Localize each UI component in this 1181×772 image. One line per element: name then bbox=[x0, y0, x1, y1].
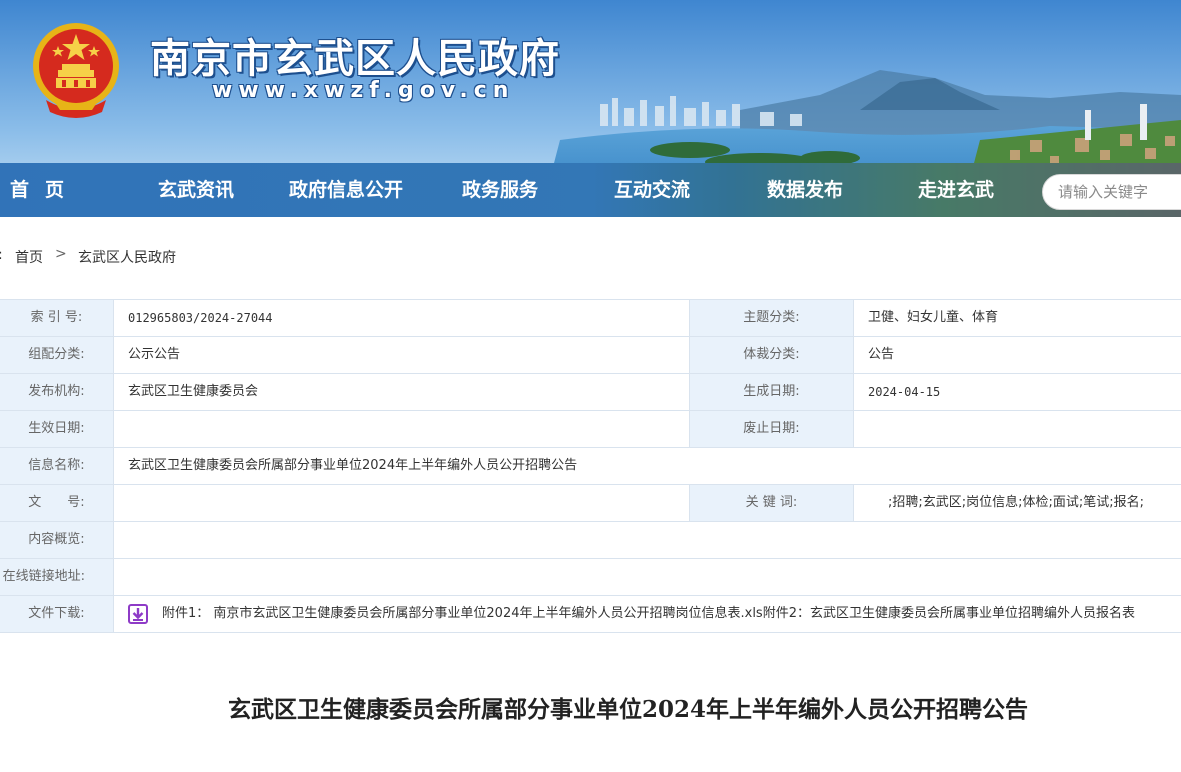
table-row: 内容概览: bbox=[0, 522, 1181, 559]
genre-value: 公告 bbox=[868, 347, 895, 362]
nav-home[interactable]: 首页 bbox=[10, 163, 80, 217]
nav-xuanwu-news[interactable]: 玄武资讯 bbox=[158, 163, 234, 217]
summary-value bbox=[114, 522, 1181, 558]
breadcrumb-separator: > bbox=[55, 246, 67, 262]
online-link-label-text: 在线链接地址: bbox=[2, 569, 85, 584]
table-row: 组配分类: 公示公告 体裁分类: 公告 bbox=[0, 337, 1181, 374]
category-value: 公示公告 bbox=[114, 337, 690, 373]
info-table: 索 引 号: 012965803/2024-27044 主题分类: 卫健、妇女儿… bbox=[0, 299, 1181, 633]
created-date-label: 生成日期: bbox=[690, 374, 854, 410]
category-label: 组配分类: bbox=[0, 337, 114, 373]
effective-date-label: 生效日期: bbox=[0, 411, 114, 447]
publisher-value: 玄武区卫生健康委员会 bbox=[114, 374, 690, 410]
table-row: 文 号: 关 键 词: ;招聘;玄武区;岗位信息;体检;面试;笔试;报名; bbox=[0, 485, 1181, 522]
breadcrumb-home-link[interactable]: 首页 bbox=[15, 247, 43, 267]
publisher-label: 发布机构: bbox=[0, 374, 114, 410]
doc-no-label: 文 号: bbox=[0, 485, 114, 521]
table-row: 信息名称: 玄武区卫生健康委员会所属部分事业单位2024年上半年编外人员公开招聘… bbox=[0, 448, 1181, 485]
genre-label: 体裁分类: bbox=[690, 337, 854, 373]
index-no-value: 012965803/2024-27044 bbox=[114, 300, 690, 336]
breadcrumb-current-link[interactable]: 玄武区人民政府 bbox=[78, 247, 176, 267]
download-label: 文件下载: bbox=[0, 596, 114, 632]
effective-date-value bbox=[114, 411, 690, 447]
table-row: 生效日期: 废止日期: bbox=[0, 411, 1181, 448]
doc-no-value bbox=[114, 485, 690, 521]
site-title: 南京市玄武区人民政府 bbox=[150, 36, 560, 82]
article-title: 玄武区卫生健康委员会所属部分事业单位2024年上半年编外人员公开招聘公告 bbox=[227, 696, 1028, 723]
topic-value: 卫健、妇女儿童、体育 bbox=[868, 310, 999, 325]
created-date-value: 2024-04-15 bbox=[868, 385, 941, 399]
search-input[interactable] bbox=[1058, 180, 1181, 204]
topic-label: 主题分类: bbox=[690, 300, 854, 336]
breadcrumb-prefix: : bbox=[0, 247, 3, 263]
site-url: www.xwzf.gov.cn bbox=[212, 78, 515, 103]
table-row: 索 引 号: 012965803/2024-27044 主题分类: 卫健、妇女儿… bbox=[0, 300, 1181, 337]
info-name-value: 玄武区卫生健康委员会所属部分事业单位2024年上半年编外人员公开招聘公告 bbox=[128, 458, 578, 473]
table-row: 文件下载: 附件1： 南京市玄武区卫生健康委员会所属部分事业单位2024年上半年… bbox=[0, 596, 1181, 633]
summary-label: 内容概览: bbox=[0, 522, 114, 558]
online-link-label: 在线链接地址: bbox=[0, 559, 114, 595]
abolished-date-label: 废止日期: bbox=[690, 411, 854, 447]
keywords-label: 关 键 词: bbox=[690, 485, 854, 521]
table-row: 在线链接地址: bbox=[0, 559, 1181, 596]
info-name-label: 信息名称: bbox=[0, 448, 114, 484]
index-no-label: 索 引 号: bbox=[0, 300, 114, 336]
nav-gov-info-disclosure[interactable]: 政府信息公开 bbox=[289, 163, 403, 217]
nav-gov-services[interactable]: 政务服务 bbox=[462, 163, 538, 217]
national-emblem-icon bbox=[33, 23, 119, 118]
nav-data-release[interactable]: 数据发布 bbox=[767, 163, 843, 217]
abolished-date-value bbox=[854, 411, 1181, 447]
header-banner: 南京市玄武区人民政府 www.xwzf.gov.cn bbox=[0, 0, 1181, 163]
nav-interaction[interactable]: 互动交流 bbox=[614, 163, 690, 217]
nav-about-xuanwu[interactable]: 走进玄武 bbox=[918, 163, 994, 217]
online-link-value[interactable] bbox=[114, 559, 1181, 595]
download-attachments-link[interactable]: 附件1： 南京市玄武区卫生健康委员会所属部分事业单位2024年上半年编外人员公开… bbox=[114, 596, 1181, 632]
table-row: 发布机构: 玄武区卫生健康委员会 生成日期: 2024-04-15 bbox=[0, 374, 1181, 411]
keywords-value: ;招聘;玄武区;岗位信息;体检;面试;笔试;报名; bbox=[888, 495, 1145, 510]
